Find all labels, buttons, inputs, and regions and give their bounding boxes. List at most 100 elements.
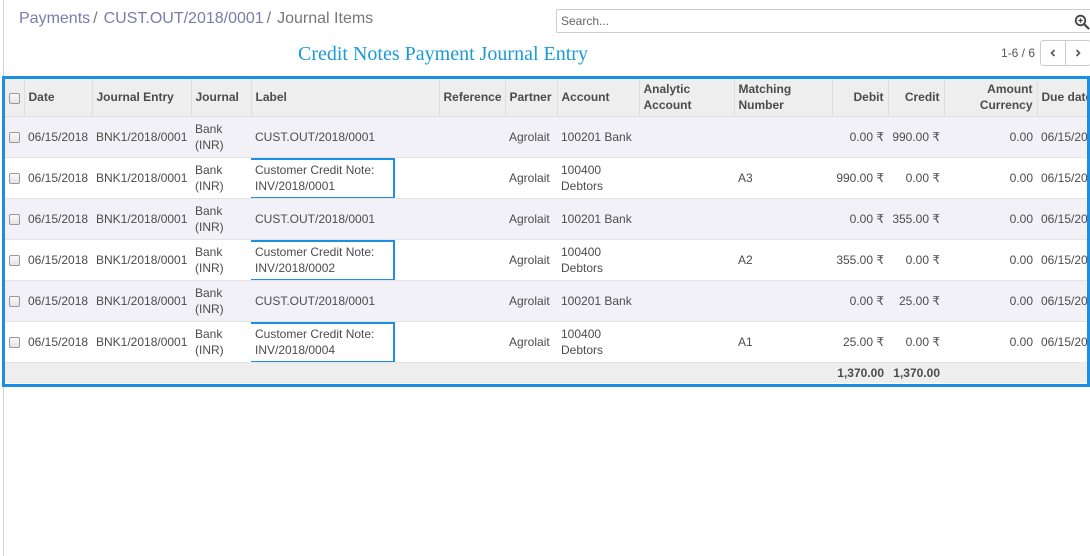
- cell-debit-text: 0.00 ₹: [849, 211, 884, 226]
- table-row[interactable]: 06/15/2018 BNK1/2018/0001 Bank (INR) Custom…: [5, 239, 1087, 281]
- cell-partner: Agrolait: [505, 321, 557, 363]
- journal-items-grid: Date Journal Entry Journal Label Referen…: [5, 79, 1088, 383]
- column-header-debit[interactable]: Debit: [832, 79, 889, 117]
- cell-amount-currency-text: 0.00: [1009, 252, 1033, 267]
- cell-reference: [439, 280, 505, 322]
- cell-account-text: 100201 Bank: [561, 293, 632, 308]
- cell-credit-text: 0.00 ₹: [905, 252, 940, 267]
- cell-debit-text: 25.00 ₹: [843, 334, 884, 349]
- cell-date-text: 06/15/2018: [28, 334, 89, 349]
- search-zoom-icon[interactable]: [1074, 14, 1090, 30]
- column-header-analytic-account[interactable]: Analytic Account: [639, 79, 735, 117]
- cell-date: 06/15/2018: [24, 280, 92, 322]
- row-checkbox[interactable]: [9, 172, 20, 184]
- cell-credit-text: 355.00 ₹: [892, 211, 940, 226]
- column-header-reference[interactable]: Reference: [439, 79, 506, 117]
- label-highlight-box: [251, 321, 395, 361]
- label-highlight-box: [251, 239, 395, 279]
- cell-debit: 25.00 ₹: [832, 321, 888, 363]
- cell-journal-entry-text: BNK1/2018/0001: [96, 293, 188, 308]
- cell-amount-currency-text: 0.00: [1009, 334, 1033, 349]
- cell-analytic-account: [639, 116, 734, 158]
- cell-due-date: 06/15/2018: [1037, 157, 1088, 199]
- table-row[interactable]: 06/15/2018 BNK1/2018/0001 Bank (INR) CUST.O…: [5, 198, 1087, 240]
- select-all-header[interactable]: [5, 79, 25, 117]
- cell-matching-number: [734, 280, 832, 322]
- cell-date: 06/15/2018: [24, 239, 92, 281]
- breadcrumb-payment-record[interactable]: CUST.OUT/2018/0001: [104, 10, 264, 27]
- cell-reference: [439, 157, 505, 199]
- cell-amount-currency: 0.00: [944, 157, 1037, 199]
- select-all-checkbox[interactable]: [9, 92, 20, 104]
- column-header-journal-entry[interactable]: Journal Entry: [92, 79, 192, 117]
- breadcrumb-payments[interactable]: Payments: [19, 10, 90, 27]
- chevron-left-icon: [1050, 49, 1056, 57]
- cell-credit-text: 0.00 ₹: [905, 170, 940, 185]
- cell-journal-text: Bank (INR): [195, 244, 224, 275]
- table-row[interactable]: 06/15/2018 BNK1/2018/0001 Bank (INR) Custom…: [5, 321, 1087, 363]
- column-header-due-date[interactable]: Due date: [1037, 79, 1087, 117]
- table-row[interactable]: 06/15/2018 BNK1/2018/0001 Bank (INR) CUST.O…: [5, 280, 1087, 322]
- row-select-cell[interactable]: [5, 198, 24, 240]
- row-select-cell[interactable]: [5, 280, 24, 322]
- table-row[interactable]: 06/15/2018 BNK1/2018/0001 Bank (INR) CUST.O…: [5, 116, 1088, 158]
- cell-debit: 0.00 ₹: [832, 198, 888, 240]
- search-input[interactable]: [557, 10, 1037, 32]
- column-header-credit[interactable]: Credit: [888, 79, 945, 117]
- cell-date: 06/15/2018: [24, 157, 92, 199]
- table-row[interactable]: 06/15/2018 BNK1/2018/0001 Bank (INR) Custom…: [5, 157, 1088, 199]
- cell-debit: 355.00 ₹: [832, 239, 888, 281]
- cell-account: 100400 Debtors: [557, 239, 639, 281]
- cell-analytic-account: [639, 321, 734, 363]
- totals-spacer: [5, 361, 832, 383]
- cell-reference: [439, 116, 505, 158]
- cell-partner: Agrolait: [505, 198, 557, 240]
- cell-journal-text: Bank (INR): [195, 326, 224, 357]
- breadcrumb: Payments / CUST.OUT/2018/0001/Journal Item…: [19, 10, 373, 28]
- column-header-label[interactable]: Label: [251, 79, 440, 117]
- cell-matching-number: [734, 116, 832, 158]
- cell-journal: Bank (INR): [191, 157, 251, 199]
- journal-items-table: Date Journal Entry Journal Label Referen…: [2, 76, 1090, 387]
- column-header-date[interactable]: Date: [24, 79, 93, 117]
- cell-due-date-text: 06/15/2018: [1041, 170, 1088, 185]
- cell-amount-currency-text: 0.00: [1009, 170, 1033, 185]
- row-select-cell[interactable]: [5, 116, 24, 158]
- cell-matching-number: A1: [734, 321, 832, 363]
- pager-next-button[interactable]: [1065, 40, 1090, 66]
- cell-partner-text: Agrolait: [509, 293, 550, 308]
- cell-credit-text: 990.00 ₹: [892, 129, 940, 144]
- cell-amount-currency: 0.00: [944, 321, 1037, 363]
- cell-amount-currency-text: 0.00: [1009, 129, 1033, 144]
- cell-label: Customer Credit Note: INV/2018/0001: [251, 157, 439, 199]
- cell-credit: 0.00 ₹: [888, 321, 944, 363]
- pager-value[interactable]: 1-6 / 6: [1001, 46, 1035, 60]
- row-select-cell[interactable]: [5, 239, 24, 281]
- row-checkbox[interactable]: [9, 254, 20, 266]
- cell-credit: 25.00 ₹: [888, 280, 944, 322]
- row-checkbox[interactable]: [9, 336, 20, 348]
- cell-date: 06/15/2018: [24, 116, 92, 158]
- column-header-amount-currency[interactable]: Amount Currency: [944, 79, 1038, 117]
- row-checkbox[interactable]: [9, 213, 20, 225]
- cell-journal: Bank (INR): [191, 321, 251, 363]
- column-header-account[interactable]: Account: [557, 79, 640, 117]
- cell-due-date-text: 06/15/2018: [1041, 129, 1088, 144]
- column-header-partner[interactable]: Partner: [505, 79, 558, 117]
- cell-due-date: 06/15/2018: [1037, 116, 1088, 158]
- cell-partner: Agrolait: [505, 280, 557, 322]
- cell-reference: [439, 239, 505, 281]
- cell-date: 06/15/2018: [24, 198, 92, 240]
- cell-account-text: 100400 Debtors: [561, 244, 604, 275]
- cell-account-text: 100400 Debtors: [561, 162, 604, 193]
- column-header-journal[interactable]: Journal: [191, 79, 252, 117]
- cell-matching-number-text: A1: [738, 334, 753, 349]
- row-select-cell[interactable]: [5, 157, 24, 199]
- row-checkbox[interactable]: [9, 131, 20, 143]
- cell-journal-entry: BNK1/2018/0001: [92, 198, 191, 240]
- row-checkbox[interactable]: [9, 295, 20, 307]
- pager-previous-button[interactable]: [1040, 40, 1066, 66]
- column-header-matching-number[interactable]: Matching Number: [734, 79, 833, 117]
- row-select-cell[interactable]: [5, 321, 24, 363]
- cell-journal-entry: BNK1/2018/0001: [92, 239, 191, 281]
